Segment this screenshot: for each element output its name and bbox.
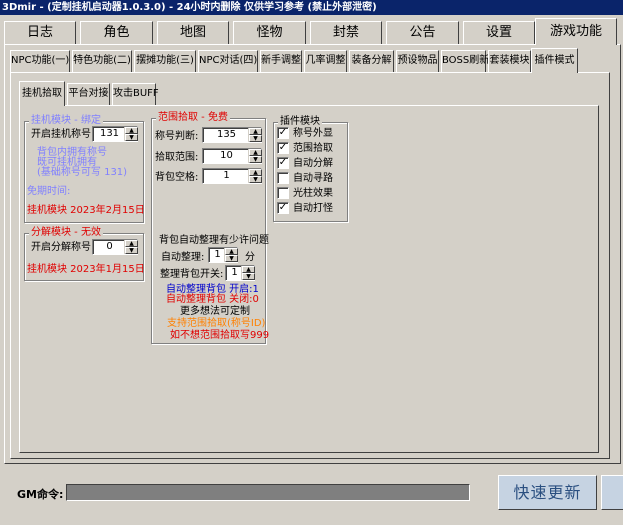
pickup-range-value: 10 (220, 150, 233, 161)
checkbox-range-pickup[interactable]: ✓ 范围拾取 (277, 142, 342, 155)
bag-space-spinner[interactable]: 1 ▲ ▼ (202, 168, 262, 184)
bag-space-label: 背包空格: (155, 172, 199, 183)
hangup-title-value: 131 (99, 128, 120, 139)
tab-settings[interactable]: 设置 (463, 21, 535, 44)
spin-down-icon[interactable]: ▼ (125, 134, 138, 141)
checkbox-mark (277, 172, 289, 184)
spin-up-icon[interactable]: ▲ (225, 248, 238, 255)
checkbox-mark (277, 187, 289, 199)
auto-sort-value: 1 (214, 249, 221, 260)
spin-down-icon[interactable]: ▼ (249, 156, 262, 163)
decompose-title-label: 开启分解称号 (31, 242, 91, 253)
hangup-status: 挂机模块 2023年2月15日 (27, 205, 145, 216)
tab-character[interactable]: 角色 (80, 21, 153, 44)
spin-up-icon[interactable]: ▲ (249, 128, 262, 135)
hangup-title-spinner[interactable]: 131 ▲ ▼ (92, 126, 138, 142)
checkbox-light-pillar[interactable]: 光柱效果 (277, 187, 342, 200)
checkbox-auto-attack[interactable]: ✓ 自动打怪 (277, 202, 342, 215)
checkbox-auto-pathfind[interactable]: 自动寻路 (277, 172, 342, 185)
subtab-set-module[interactable]: 套装模块 (488, 50, 531, 72)
gm-command-label: GM命令: (17, 488, 64, 501)
range-pickup-legend: 范围拾取 - 免费 (156, 111, 230, 125)
spin-up-icon[interactable]: ▲ (125, 127, 138, 134)
quick-update-button[interactable]: 快速更新 (498, 475, 597, 510)
auto-sort-label: 自动整理: (161, 252, 205, 263)
gm-command-input[interactable] (66, 484, 470, 501)
hangup-expire-label: 免期时间: (27, 186, 71, 197)
spin-up-icon[interactable]: ▲ (249, 149, 262, 156)
innertab-attack-buff[interactable]: 攻击BUFF (112, 83, 159, 105)
hangup-note-3: (基础称号可写 131) (37, 167, 128, 178)
decompose-module-legend: 分解模块 - 无效 (29, 226, 103, 240)
checkbox-mark: ✓ (277, 127, 289, 139)
range-disable-note: 如不想范围拾取写999 (170, 330, 270, 341)
spin-up-icon[interactable]: ▲ (249, 169, 262, 176)
checkbox-mark: ✓ (277, 142, 289, 154)
checkbox-mark: ✓ (277, 202, 289, 214)
subtab-boss-refresh[interactable]: BOSS刷新 (441, 50, 489, 72)
tab-monster[interactable]: 怪物 (233, 21, 306, 44)
innertab-platform[interactable]: 平台对接 (67, 83, 110, 105)
subtab-stall-functions[interactable]: 摆摊功能(三) (134, 50, 196, 72)
spin-down-icon[interactable]: ▼ (249, 135, 262, 142)
window-title: 3Dmir - (定制挂机启动器1.0.3.0) - 24小时内删除 仅供学习参… (0, 0, 623, 15)
bag-space-value: 1 (223, 170, 230, 181)
pickup-range-spinner[interactable]: 10 ▲ ▼ (202, 148, 262, 164)
spin-down-icon[interactable]: ▼ (125, 247, 138, 254)
sort-switch-label: 整理背包开关: (160, 269, 224, 280)
checkbox-mark: ✓ (277, 157, 289, 169)
tab-ban[interactable]: 封禁 (310, 21, 382, 44)
auto-sort-unit: 分 (245, 252, 255, 263)
pickup-range-label: 拾取范围: (155, 152, 199, 163)
innertab-hangup-pickup[interactable]: 挂机拾取 (19, 81, 65, 106)
sort-switch-value: 1 (231, 267, 238, 278)
spin-up-icon[interactable]: ▲ (242, 266, 255, 273)
tab-log[interactable]: 日志 (4, 21, 76, 44)
spin-down-icon[interactable]: ▼ (225, 255, 238, 262)
title-check-value: 135 (216, 129, 237, 140)
sort-switch-spinner[interactable]: 1 ▲ ▼ (225, 265, 255, 281)
decompose-title-value: 0 (106, 241, 113, 252)
checkbox-title-display[interactable]: ✓ 称号外显 (277, 127, 342, 140)
auto-sort-spinner[interactable]: 1 ▲ ▼ (208, 247, 238, 263)
spin-up-icon[interactable]: ▲ (125, 240, 138, 247)
checkbox-auto-decompose[interactable]: ✓ 自动分解 (277, 157, 342, 170)
bag-sort-issue-note: 背包自动整理有少许问题 (159, 235, 269, 246)
main-tab-bar: 日志 角色 地图 怪物 封禁 公告 设置 游戏功能 (4, 18, 623, 45)
subtab-plugin-mode[interactable]: 插件模式 (531, 48, 578, 73)
subtab-equip-decompose[interactable]: 装备分解 (349, 50, 394, 72)
extra-button[interactable] (601, 475, 623, 510)
spin-down-icon[interactable]: ▼ (242, 273, 255, 280)
decompose-title-spinner[interactable]: 0 ▲ ▼ (92, 239, 138, 255)
subtab-preset-items[interactable]: 预设物品 (396, 50, 439, 72)
title-check-label: 称号判断: (155, 131, 199, 142)
subtab-npc-functions[interactable]: NPC功能(一) (10, 50, 70, 72)
tab-game-functions[interactable]: 游戏功能 (535, 18, 617, 45)
subtab-newbie-adjust[interactable]: 新手调整 (260, 50, 302, 72)
hangup-title-label: 开启挂机称号 (31, 129, 91, 140)
subtab-special-functions[interactable]: 特色功能(二) (72, 50, 132, 72)
subtab-rate-adjust[interactable]: 几率调整 (304, 50, 347, 72)
decompose-status: 挂机模块 2023年1月15日 (27, 264, 145, 275)
spin-down-icon[interactable]: ▼ (249, 176, 262, 183)
title-check-spinner[interactable]: 135 ▲ ▼ (202, 127, 262, 143)
tab-announcement[interactable]: 公告 (386, 21, 459, 44)
subtab-npc-dialog[interactable]: NPC对话(四) (198, 50, 258, 72)
tab-map[interactable]: 地图 (157, 21, 229, 44)
